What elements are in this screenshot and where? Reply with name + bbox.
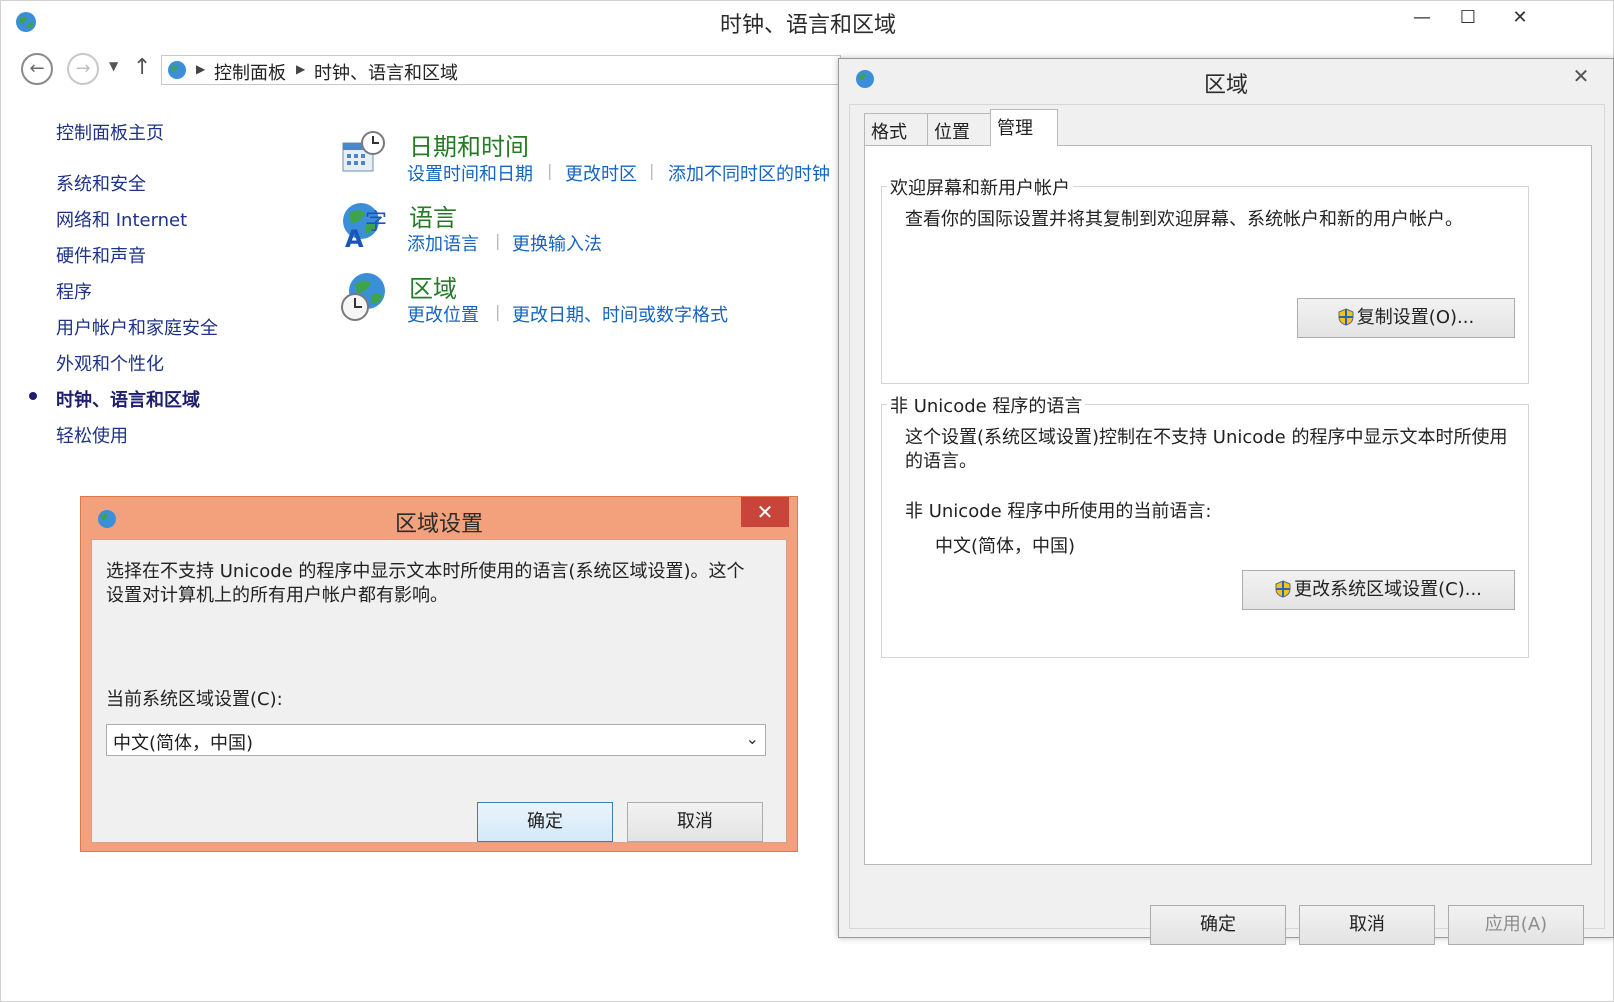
title-bar: 时钟、语言和区域 — ☐ ✕ [1,1,1613,45]
recent-locations-dropdown[interactable]: ▼ [109,59,118,73]
sidebar-item-appearance[interactable]: 外观和个性化 [56,350,164,376]
current-item-bullet [29,392,37,400]
copy-settings-button[interactable]: 复制设置(O)... [1297,298,1515,338]
arrow-up-icon: ↑ [133,55,152,80]
category-title-language[interactable]: 语言 [409,198,457,233]
change-system-locale-button[interactable]: 更改系统区域设置(C)... [1242,570,1515,610]
link-change-input-method[interactable]: 更换输入法 [512,230,602,256]
tab-administrative[interactable]: 管理 [990,109,1058,146]
link-separator: | [649,161,655,180]
locale-select-label: 当前系统区域设置(C): [106,689,283,710]
link-add-clocks[interactable]: 添加不同时区的时钟 [668,160,830,186]
ok-button[interactable]: 确定 [1150,905,1286,945]
link-separator: | [495,231,501,250]
dialog-content: 格式 位置 管理 欢迎屏幕和新用户帐户 查看你的国际设置并将其复制到欢迎屏幕、系… [849,104,1605,945]
link-set-time-date[interactable]: 设置时间和日期 [407,160,533,186]
link-change-formats[interactable]: 更改日期、时间或数字格式 [512,301,728,327]
cancel-button[interactable]: 取消 [1299,905,1435,945]
link-change-location[interactable]: 更改位置 [407,301,479,327]
maximize-button[interactable]: ☐ [1445,3,1491,33]
breadcrumb-separator-icon: ▶ [296,62,306,76]
sidebar-item-ease-of-access[interactable]: 轻松使用 [56,422,128,448]
address-bar[interactable]: ▶ 控制面板 ▶ 时钟、语言和区域 [161,55,841,85]
arrow-left-icon: ← [29,58,45,79]
dialog-title: 区域设置 [394,512,483,537]
link-separator: | [495,302,501,321]
back-button[interactable]: ← [21,53,53,85]
minimize-button[interactable]: — [1399,3,1445,33]
dialog-title: 区域 [1203,73,1248,98]
close-button[interactable]: ✕ [1561,63,1601,89]
link-add-language[interactable]: 添加语言 [407,230,479,256]
close-button[interactable]: ✕ [741,497,789,527]
copy-settings-label: 复制设置(O)... [1356,307,1475,328]
welcome-group-label: 欢迎屏幕和新用户帐户 [887,174,1073,200]
control-panel-icon [168,61,186,79]
breadcrumb-control-panel[interactable]: 控制面板 [214,59,286,85]
region-globe-clock-icon [341,273,385,321]
tab-formats[interactable]: 格式 [864,113,928,145]
sidebar-item-system-security[interactable]: 系统和安全 [56,170,146,196]
sidebar-item-hardware-sound[interactable]: 硬件和声音 [56,242,146,268]
forward-button[interactable]: → [67,53,99,85]
close-button[interactable]: ✕ [1491,3,1549,33]
sidebar-home-link[interactable]: 控制面板主页 [56,119,164,145]
svg-text:字: 字 [365,210,387,235]
svg-text:A: A [345,225,364,251]
link-separator: | [547,161,553,180]
sidebar-item-clock-language-region[interactable]: 时钟、语言和区域 [56,386,200,412]
system-locale-value: 中文(简体，中国) [113,733,254,754]
sidebar-item-user-accounts[interactable]: 用户帐户和家庭安全 [56,314,218,340]
current-language-label: 非 Unicode 程序中所使用的当前语言: [905,501,1212,522]
window-title: 时钟、语言和区域 [719,13,896,38]
uac-shield-icon [1275,580,1291,598]
arrow-right-icon: → [75,58,91,79]
category-title-date-time[interactable]: 日期和时间 [409,127,529,162]
clock-calendar-icon [342,131,385,172]
tab-page-administrative: 欢迎屏幕和新用户帐户 查看你的国际设置并将其复制到欢迎屏幕、系统帐户和新的用户帐… [864,145,1592,865]
system-locale-select[interactable]: 中文(简体，中国) ⌄ [106,724,766,756]
cancel-button[interactable]: 取消 [627,802,763,842]
unicode-group-label: 非 Unicode 程序的语言 [887,392,1086,418]
region-dialog: 区域 ✕ 格式 位置 管理 欢迎屏幕和新用户帐户 查看你的国际设置并将其复制到欢… [838,58,1614,945]
tab-location[interactable]: 位置 [927,113,991,145]
apply-button[interactable]: 应用(A) [1448,905,1584,945]
region-settings-dialog: 区域设置 ✕ 选择在不支持 Unicode 的程序中显示文本时所使用的语言(系统… [80,496,798,852]
language-globe-icon: A 字 [343,203,387,251]
current-language-value: 中文(简体，中国) [935,536,1076,557]
locale-description: 选择在不支持 Unicode 的程序中显示文本时所使用的语言(系统区域设置)。这… [106,561,745,606]
ok-button[interactable]: 确定 [477,802,613,842]
up-button[interactable]: ↑ [133,55,151,80]
chevron-down-icon: ⌄ [745,729,759,748]
link-change-timezone[interactable]: 更改时区 [565,160,637,186]
sidebar-item-programs[interactable]: 程序 [56,278,92,304]
unicode-description: 这个设置(系统区域设置)控制在不支持 Unicode 的程序中显示文本时所使用的… [905,427,1508,472]
chevron-down-icon: ▼ [109,59,119,73]
breadcrumb-clock-language-region[interactable]: 时钟、语言和区域 [314,59,458,85]
dialog-body: 选择在不支持 Unicode 的程序中显示文本时所使用的语言(系统区域设置)。这… [91,539,787,843]
change-system-locale-label: 更改系统区域设置(C)... [1294,579,1482,600]
welcome-description: 查看你的国际设置并将其复制到欢迎屏幕、系统帐户和新的用户帐户。 [905,209,1463,230]
sidebar-item-network[interactable]: 网络和 Internet [56,206,187,232]
category-title-region[interactable]: 区域 [409,269,457,304]
uac-shield-icon [1338,308,1354,326]
breadcrumb-separator-icon: ▶ [196,62,206,76]
